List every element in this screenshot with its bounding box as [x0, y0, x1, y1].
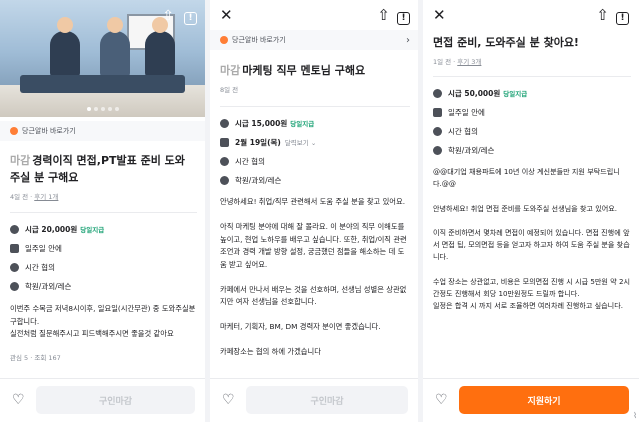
share-icon[interactable]: ⇧: [162, 8, 174, 25]
date-row: 2월 19일(목) 달력보기 ⌄: [220, 135, 410, 149]
category-row: 학원/과외/레슨: [10, 279, 197, 293]
time-row: 시간 협의: [433, 124, 631, 138]
date-row: 일주일 안에: [433, 105, 631, 119]
job-meta: 4일 전 · 후기 1개: [10, 193, 59, 201]
location-icon: [433, 145, 442, 155]
wage-row: 시급 20,000원 당일지급: [10, 222, 197, 236]
alba-logo-icon: [220, 36, 228, 44]
chevron-right-icon: ›: [406, 34, 410, 46]
share-icon[interactable]: ⇧: [596, 7, 609, 23]
close-icon[interactable]: ✕: [220, 7, 233, 23]
job-title: 마감 경력이직 면접,PT발표 준비 도와주실 분 구해요: [10, 154, 185, 184]
clock-icon: [10, 262, 19, 272]
closed-badge: 마감: [220, 64, 241, 77]
reviews-link[interactable]: 후기 3개: [457, 58, 481, 66]
reviews-link[interactable]: 후기 1개: [34, 193, 58, 201]
job-stats: 관심 5 · 조회 167: [10, 354, 61, 362]
wage-row: 시급 50,000원 당일지급: [433, 86, 631, 100]
image-pager-dots[interactable]: [86, 107, 119, 111]
calendar-icon: [433, 107, 442, 117]
date-row: 일주일 안에: [10, 241, 197, 255]
time-row: 시간 협의: [220, 154, 410, 168]
alba-shortcut-link[interactable]: 당근알바 바로가기: [0, 121, 205, 141]
heart-icon[interactable]: ♡: [435, 392, 448, 408]
job-info-list: 시급 15,000원 당일지급 2월 19일(목) 달력보기 ⌄ 시간 협의 학원/…: [220, 116, 410, 192]
bottom-bar: ♡ 구인마감: [210, 378, 418, 422]
category-row: 학원/과외/레슨: [433, 143, 631, 157]
time-row: 시간 협의: [10, 260, 197, 274]
job-title: 마감 마케팅 직무 멘토님 구해요: [220, 64, 366, 77]
job-meta: 1일 전 · 후기 3개: [433, 58, 482, 66]
panel-job-1: ⇧ ! 당근알바 바로가기 마감 경력이직 면접,PT발표 준비 도와주실 분 구…: [0, 0, 205, 422]
report-icon[interactable]: !: [616, 7, 629, 25]
job-description: 이번주 수목금 저녁8시이후, 일요일(시간무관) 중 도와주실분 구합니다. …: [10, 304, 196, 338]
heart-icon[interactable]: ♡: [12, 392, 25, 408]
job-title: 면접 준비, 도와주실 분 찾아요!: [433, 36, 579, 49]
job-description: 안녕하세요! 취업/직무 관련해서 도움 주실 분을 찾고 있어요. 아직 마케…: [220, 197, 407, 356]
heart-icon[interactable]: ♡: [222, 392, 235, 408]
clock-icon: [433, 126, 442, 136]
closed-button[interactable]: 구인마감: [36, 386, 195, 414]
close-icon[interactable]: ✕: [433, 7, 446, 23]
top-bar: ✕ ⇧ !: [210, 0, 418, 30]
panel-job-2: ✕ ⇧ ! 당근알바 바로가기 › 마감 마케팅 직무 멘토님 구해요 8일 전 …: [210, 0, 418, 422]
job-description: @@대기업 채용파트에 10년 이상 계신분들만 지원 부탁드립니다.@@ 안녕…: [433, 167, 630, 311]
share-icon[interactable]: ⇧: [377, 7, 390, 23]
job-info-list: 시급 20,000원 당일지급 일주일 안에 시간 협의 학원/과외/레슨: [10, 222, 197, 298]
wage-row: 시급 15,000원 당일지급: [220, 116, 410, 130]
bottom-bar: ♡ 지원하기: [423, 378, 639, 422]
scroll-indicator: ⌇: [633, 411, 637, 420]
top-bar: ✕ ⇧ !: [423, 0, 639, 30]
category-row: 학원/과외/레슨: [220, 173, 410, 187]
job-info-list: 시급 50,000원 당일지급 일주일 안에 시간 협의 학원/과외/레슨: [433, 86, 631, 162]
closed-button[interactable]: 구인마감: [246, 386, 408, 414]
location-icon: [10, 281, 19, 291]
coin-icon: [10, 224, 19, 234]
location-icon: [220, 175, 229, 185]
report-icon[interactable]: !: [184, 8, 197, 25]
job-hero-image[interactable]: ⇧ !: [0, 0, 205, 117]
apply-button[interactable]: 지원하기: [459, 386, 629, 414]
panel-job-3: ✕ ⇧ ! 면접 준비, 도와주실 분 찾아요! 1일 전 · 후기 3개 시급 5…: [423, 0, 639, 422]
calendar-icon: [10, 243, 19, 253]
bottom-bar: ♡ 구인마감: [0, 378, 205, 422]
alba-logo-icon: [10, 127, 18, 135]
report-icon[interactable]: !: [397, 7, 410, 25]
closed-badge: 마감: [10, 154, 31, 167]
job-meta: 8일 전: [220, 86, 239, 94]
calendar-icon: [220, 137, 229, 147]
clock-icon: [220, 156, 229, 166]
coin-icon: [220, 118, 229, 128]
coin-icon: [433, 88, 442, 98]
calendar-view-link[interactable]: 달력보기 ⌄: [285, 137, 316, 147]
alba-shortcut-link[interactable]: 당근알바 바로가기 ›: [210, 30, 418, 50]
